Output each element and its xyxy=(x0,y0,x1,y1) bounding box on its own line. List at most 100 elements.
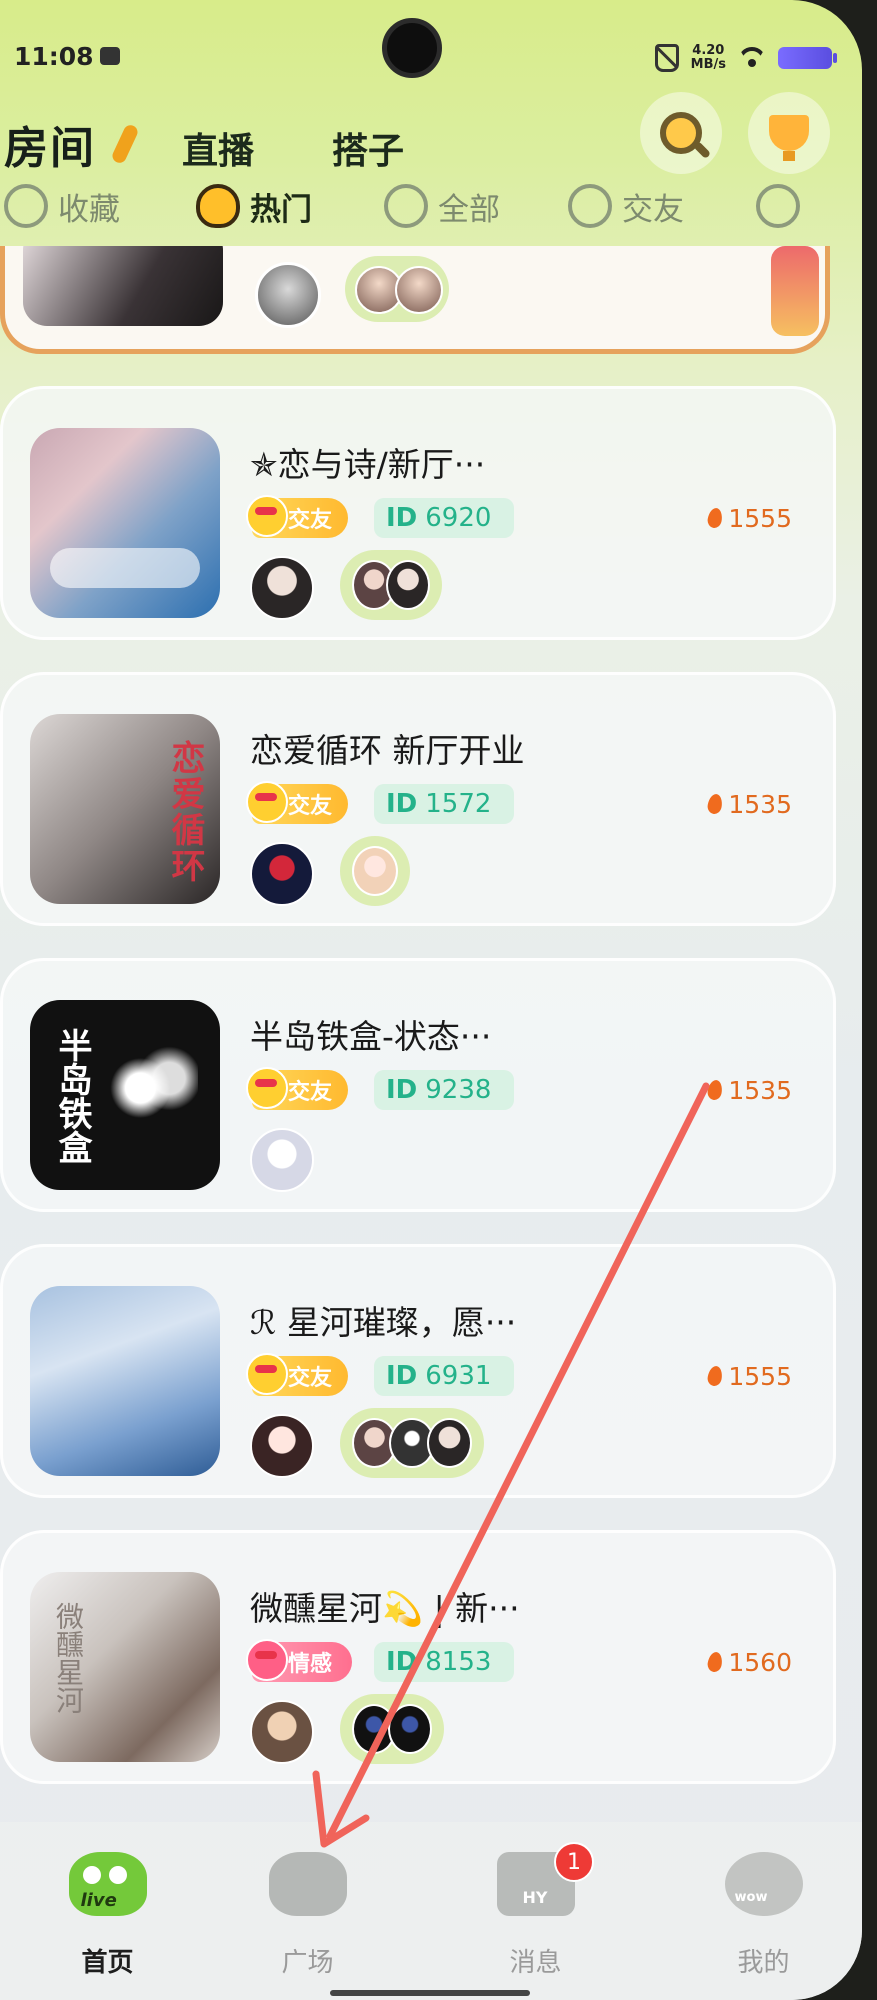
nav-home[interactable]: live 首页 xyxy=(0,1822,215,2000)
room-name: 半岛铁盒-状态··· xyxy=(250,1017,492,1056)
flame-icon xyxy=(706,1364,725,1388)
room-heat: 1535 xyxy=(706,784,792,824)
mic-avatars xyxy=(340,836,410,906)
category-all[interactable]: 全部 xyxy=(384,176,500,236)
room-tag: 交友 xyxy=(246,495,348,538)
flame-icon xyxy=(706,1078,725,1102)
category-tabs: 收藏 热门 全部 交友 xyxy=(0,176,862,236)
page-title: 房间 xyxy=(4,123,96,174)
front-camera xyxy=(382,18,442,78)
flame-icon xyxy=(706,1650,725,1674)
category-friends[interactable]: 交友 xyxy=(568,176,684,236)
avatar xyxy=(386,560,430,610)
unread-badge: 1 xyxy=(554,1842,594,1882)
profile-mascot-icon: wow xyxy=(724,1852,803,1916)
room-card[interactable]: ✯恋与诗/新厅··· 交友 ID 6920 1555 xyxy=(0,386,836,640)
room-id: ID 8153 xyxy=(374,1642,514,1682)
tab-partner[interactable]: 搭子 xyxy=(332,122,404,174)
category-label: 收藏 xyxy=(58,191,120,228)
room-heat: 1555 xyxy=(706,498,792,538)
fire-face-icon xyxy=(196,184,240,228)
ranking-button[interactable] xyxy=(748,92,830,174)
heart-eyes-icon xyxy=(246,1067,288,1109)
room-name: 微醺星河💫 | 新··· xyxy=(250,1589,520,1628)
flower-face-icon xyxy=(384,184,428,228)
category-favorites[interactable]: 收藏 xyxy=(4,176,120,236)
mic-avatars xyxy=(340,550,442,620)
heart-eyes-icon xyxy=(246,781,288,823)
avatar xyxy=(352,846,398,896)
room-cover xyxy=(30,428,220,618)
avatar xyxy=(395,266,443,314)
square-mascot-icon xyxy=(268,1852,347,1916)
wifi-icon xyxy=(738,47,766,69)
room-id: ID 9238 xyxy=(374,1070,514,1110)
room-cover: 微醺星河 xyxy=(30,1572,220,1762)
category-label: 热门 xyxy=(250,191,312,228)
room-heat: 1535 xyxy=(706,1070,792,1110)
mic-avatars xyxy=(340,1408,484,1478)
room-heat: 1555 xyxy=(706,1356,792,1396)
decoration xyxy=(771,246,819,336)
flame-icon xyxy=(706,506,725,530)
room-id: ID 6931 xyxy=(374,1356,514,1396)
cover-text: 半岛铁盒 xyxy=(52,1028,92,1164)
room-heat: 1560 xyxy=(706,1642,792,1682)
hand-icon xyxy=(568,184,612,228)
mic-avatars xyxy=(345,256,449,322)
heart-eyes-icon xyxy=(246,1353,288,1395)
nav-messages[interactable]: HY 1 消息 xyxy=(428,1822,643,2000)
category-hot[interactable]: 热门 xyxy=(196,176,312,236)
owner-avatar xyxy=(255,262,321,328)
owner-avatar xyxy=(250,556,314,620)
room-cover xyxy=(23,246,223,326)
tab-live[interactable]: 直播 xyxy=(182,122,254,174)
home-mascot-icon: live xyxy=(68,1852,147,1916)
battery-icon xyxy=(778,47,837,69)
heartbeat-icon xyxy=(4,184,48,228)
avatar xyxy=(426,1418,472,1468)
room-card[interactable]: 微醺星河 微醺星河💫 | 新··· 情感 ID 8153 1560 xyxy=(0,1530,836,1784)
room-cover: 半岛铁盒 xyxy=(30,1000,220,1190)
category-label: 交友 xyxy=(622,191,684,228)
nav-me[interactable]: wow 我的 xyxy=(656,1822,862,2000)
room-cover: 恋爱循环 xyxy=(30,714,220,904)
room-card[interactable]: ℛ 星河璀璨，愿··· 交友 ID 6931 1555 xyxy=(0,1244,836,1498)
owner-avatar xyxy=(250,842,314,906)
bottom-nav: live 首页 广场 HY 1 消息 wow 我的 xyxy=(0,1822,862,2000)
search-button[interactable] xyxy=(640,92,722,174)
nav-square[interactable]: 广场 xyxy=(200,1822,415,2000)
trophy-icon xyxy=(769,115,809,161)
heart-icon xyxy=(246,1639,288,1681)
owner-avatar xyxy=(250,1414,314,1478)
cover-text: 微醺星河 xyxy=(52,1602,85,1714)
room-card[interactable]: 半岛铁盒 半岛铁盒-状态··· 交友 ID 9238 1535 xyxy=(0,958,836,1212)
category-label: 全部 xyxy=(438,191,500,228)
flame-icon xyxy=(706,792,725,816)
category-more[interactable] xyxy=(756,176,800,236)
cover-text: 恋爱循环 xyxy=(165,740,205,884)
status-time: 11:08 xyxy=(14,42,94,71)
room-id: ID 6920 xyxy=(374,498,514,538)
search-icon xyxy=(660,112,702,154)
room-card-partial[interactable] xyxy=(0,246,830,354)
phone-screen: 11:08 4.20 MB/s 房间 直播 搭子 收藏 热门 全部 交友 ✯恋与… xyxy=(0,0,862,2000)
room-card[interactable]: 恋爱循环 恋爱循环 新厅开业 交友 ID 1572 1535 xyxy=(0,672,836,926)
net-speed: 4.20 MB/s xyxy=(690,43,726,72)
room-id: ID 1572 xyxy=(374,784,514,824)
mic-avatars xyxy=(340,1694,444,1764)
room-tag: 交友 xyxy=(246,1353,348,1396)
logo-accent xyxy=(110,122,140,166)
notification-icon xyxy=(100,47,120,65)
room-tag: 交友 xyxy=(246,1067,348,1110)
butterfly-image xyxy=(102,1040,198,1136)
peace-hand-icon xyxy=(756,184,800,228)
owner-avatar xyxy=(250,1700,314,1764)
mute-icon xyxy=(654,44,679,72)
room-tag: 交友 xyxy=(246,781,348,824)
heart-eyes-icon xyxy=(246,495,288,537)
room-name: 恋爱循环 新厅开业 xyxy=(250,731,525,770)
avatar xyxy=(388,1704,432,1754)
room-name: ℛ 星河璀璨，愿··· xyxy=(250,1303,517,1342)
status-icons: 4.20 MB/s xyxy=(654,38,837,78)
